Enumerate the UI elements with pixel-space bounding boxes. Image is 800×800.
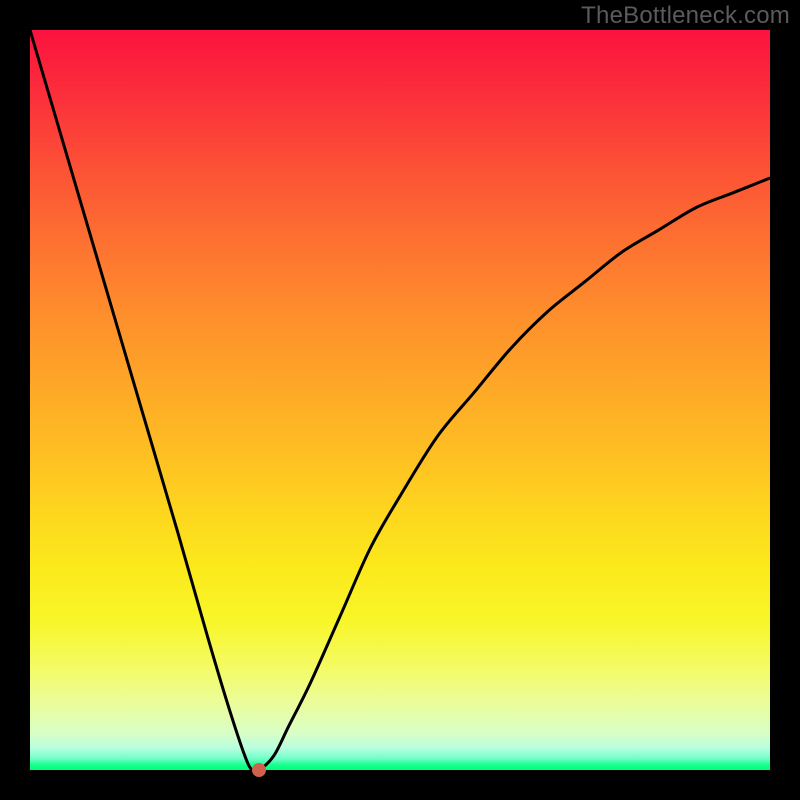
watermark-text: TheBottleneck.com [581, 2, 790, 30]
plot-area [30, 30, 770, 770]
chart-frame: TheBottleneck.com [0, 0, 800, 800]
optimal-point-marker [252, 763, 266, 777]
curve-svg [30, 30, 770, 770]
bottleneck-curve-path [30, 30, 770, 770]
